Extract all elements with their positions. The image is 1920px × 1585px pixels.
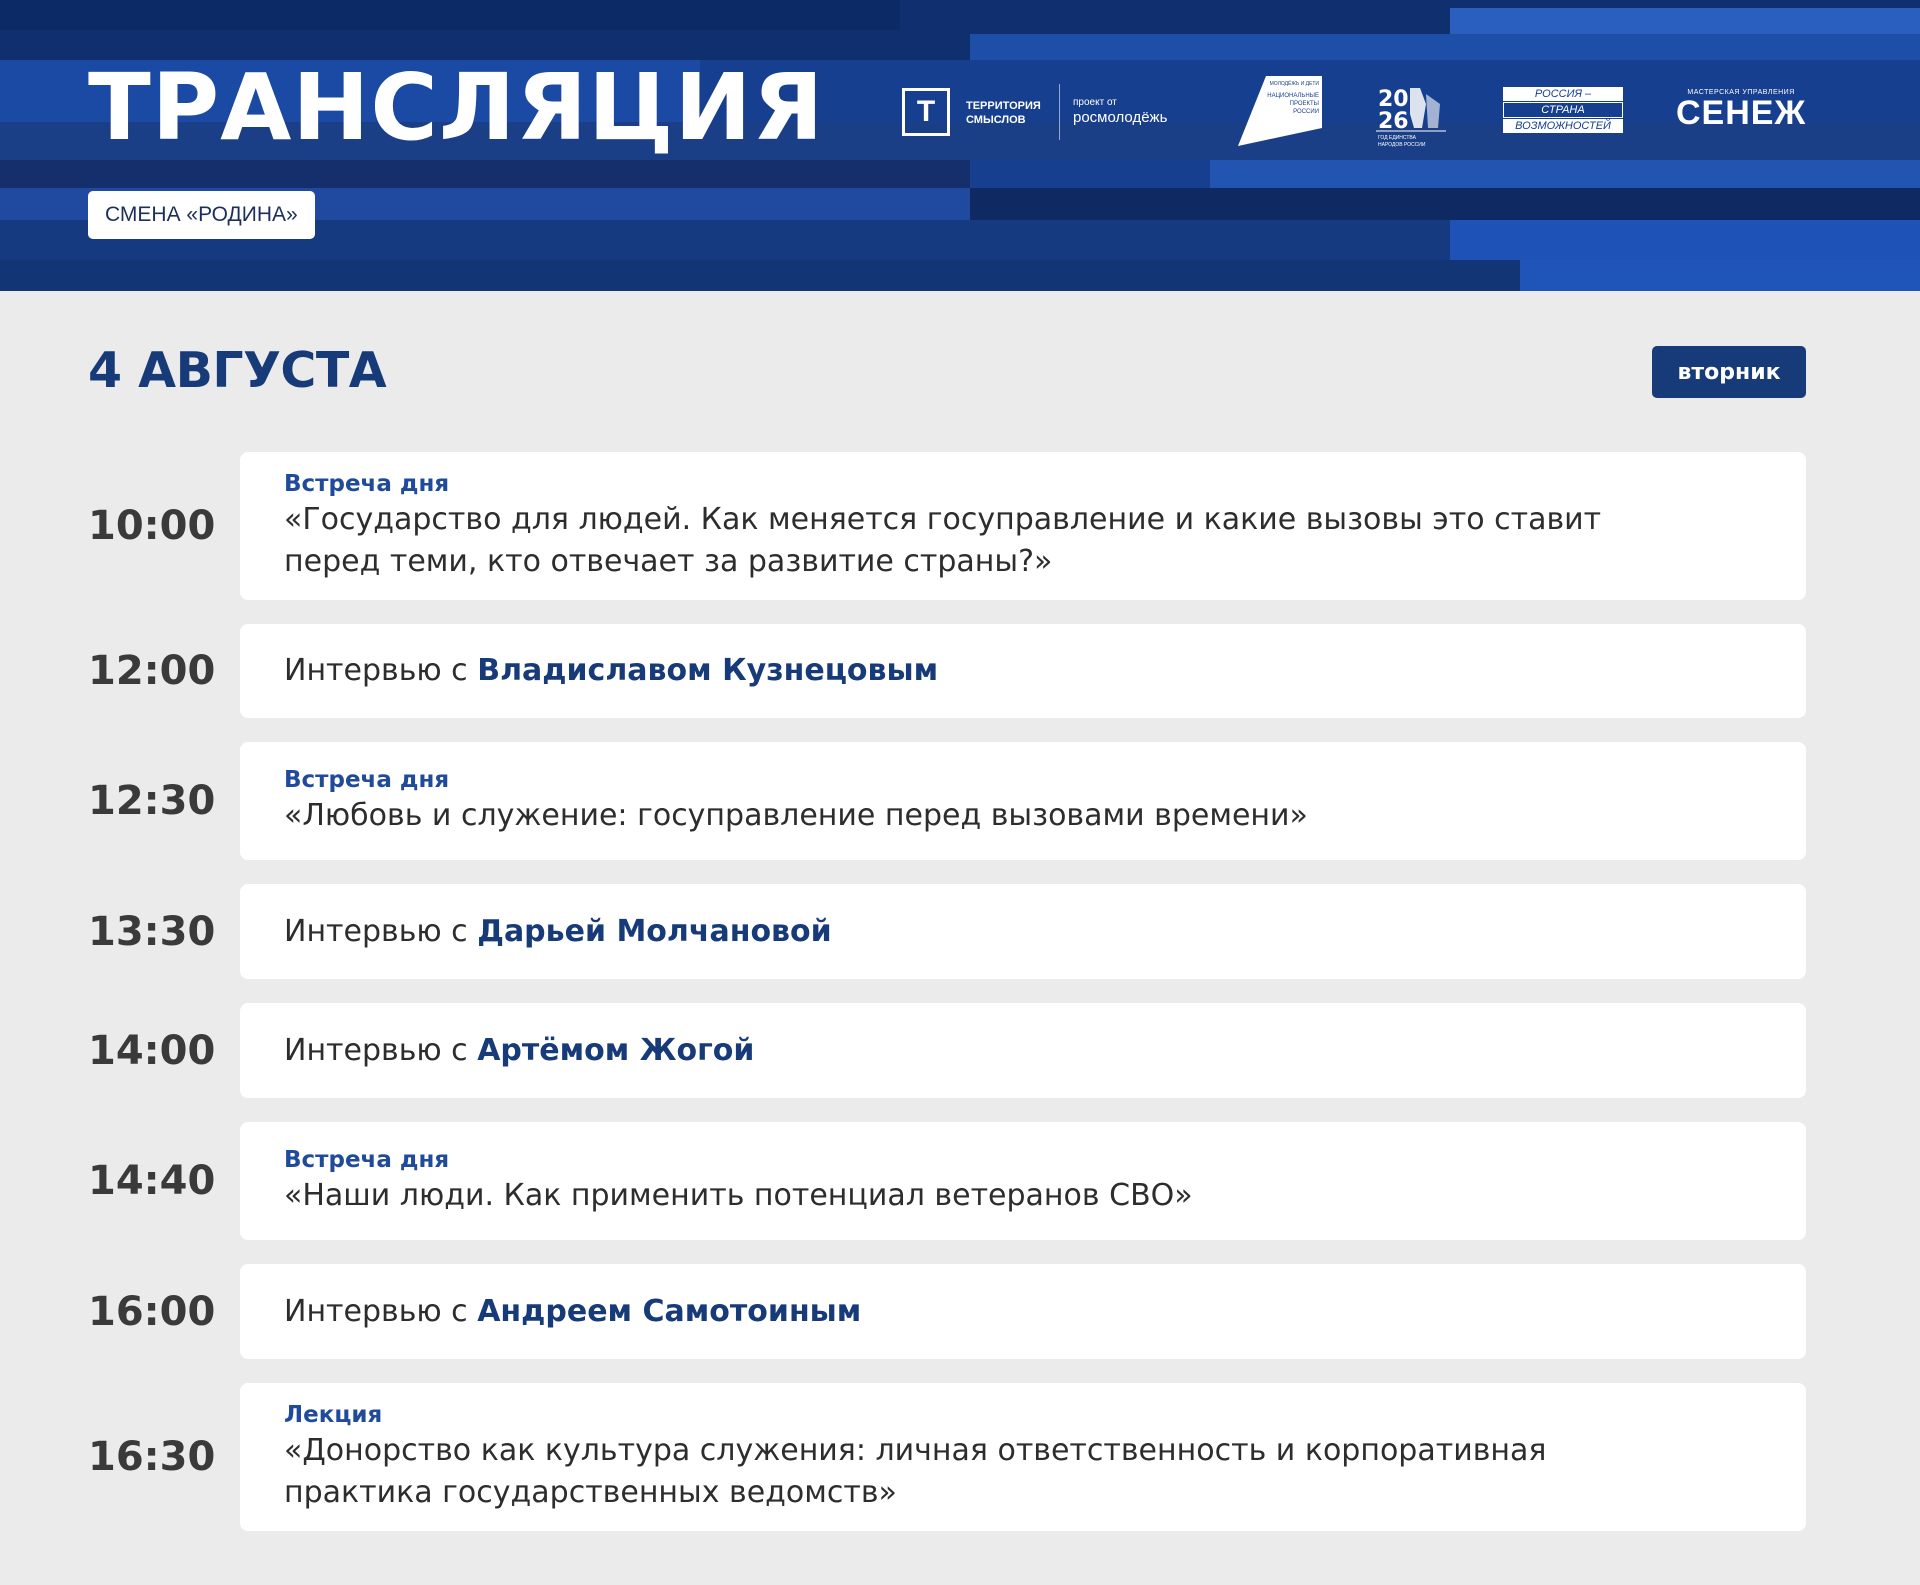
guest-name: Дарьей Молчановой [477, 913, 832, 949]
guest-name: Андреем Самотоиным [477, 1293, 862, 1329]
event-type-label: Встреча дня [284, 1147, 450, 1173]
event-type-label: Лекция [284, 1402, 383, 1428]
schedule-row: 13:30 Интервью с Дарьей Молчановой [0, 884, 1920, 979]
territory-name-line2: СМЫСЛОВ [966, 114, 1026, 126]
schedule-time: 14:40 [88, 1158, 216, 1204]
schedule-time: 10:00 [88, 503, 216, 549]
rsv-line1: РОССИЯ – [1503, 87, 1623, 101]
national-projects-line4: РОССИИ [1293, 109, 1319, 115]
national-projects-line1: МОЛОДЁЖЬ И ДЕТИ [1270, 80, 1320, 87]
schedule-card: Встреча дня «Наши люди. Как применить по… [240, 1122, 1806, 1240]
event-title: «Наши люди. Как применить потенциал вете… [284, 1178, 1193, 1213]
interview-line: Интервью с Владиславом Кузнецовым [284, 650, 1806, 692]
interview-prefix: Интервью с [284, 653, 478, 688]
interview-prefix: Интервью с [284, 913, 478, 949]
territory-logo-text: ТЕРРИТОРИЯ СМЫСЛОВ [966, 99, 1056, 127]
national-projects-line3: ПРОЕКТЫ [1290, 101, 1319, 107]
event-type-label: Встреча дня [284, 767, 450, 793]
schedule-time: 16:30 [88, 1434, 216, 1480]
schedule-time: 13:30 [88, 908, 216, 955]
schedule-card: Интервью с Артёмом Жогой [240, 1003, 1806, 1098]
national-projects-logo-icon: МОЛОДЁЖЬ И ДЕТИ НАЦИОНАЛЬНЫЕ ПРОЕКТЫ РОС… [1238, 76, 1322, 146]
schedule-row: 12:30 Встреча дня «Любовь и служение: го… [0, 742, 1920, 860]
year-unity-caption1: ГОД ЕДИНСТВА [1378, 135, 1417, 141]
schedule-time: 12:00 [88, 648, 216, 694]
interview-line: Интервью с Артёмом Жогой [284, 1030, 1806, 1072]
schedule-row: 16:30 Лекция «Донорство как культура слу… [0, 1383, 1920, 1531]
event-title: «Государство для людей. Как меняется гос… [284, 502, 1602, 579]
interview-line: Интервью с Дарьей Молчановой [284, 911, 1806, 953]
page-title: ТРАНСЛЯЦИЯ [88, 54, 825, 161]
guest-name: Артёмом Жогой [477, 1032, 755, 1068]
rsv-line3: ВОЗМОЖНОСТЕЙ [1503, 119, 1623, 133]
event-title: «Донорство как культура служения: личная… [284, 1433, 1547, 1510]
schedule-card: Встреча дня «Государство для людей. Как … [240, 452, 1806, 600]
rosmolodezh-caption: проект от [1073, 97, 1117, 108]
schedule-card: Лекция «Донорство как культура служения:… [240, 1383, 1806, 1531]
schedule-time: 14:00 [88, 1027, 216, 1074]
rosmolodezh-logo: проект от росмолодёжь [1073, 97, 1167, 127]
territory-name-line1: ТЕРРИТОРИЯ [966, 100, 1041, 112]
schedule-row: 12:00 Интервью с Владиславом Кузнецовым [0, 624, 1920, 718]
shift-badge: СМЕНА «РОДИНА» [88, 191, 315, 239]
year-unity-caption2: НАРОДОВ РОССИИ [1378, 142, 1426, 148]
year-unity-bottom: 26 [1378, 109, 1409, 134]
schedule-row: 16:00 Интервью с Андреем Самотоиным [0, 1264, 1920, 1359]
header-banner: ТРАНСЛЯЦИЯ СМЕНА «РОДИНА» Т ТЕРРИТОРИЯ С… [0, 0, 1920, 291]
schedule-row: 14:00 Интервью с Артёмом Жогой [0, 1003, 1920, 1098]
schedule-row: 10:00 Встреча дня «Государство для людей… [0, 452, 1920, 600]
schedule-time: 16:00 [88, 1288, 216, 1335]
rosmolodezh-name: росмолодёжь [1073, 109, 1168, 126]
event-type-label: Встреча дня [284, 471, 450, 497]
senezh-name: СЕНЕЖ [1676, 94, 1807, 132]
schedule-card: Встреча дня «Любовь и служение: госуправ… [240, 742, 1806, 860]
senezh-logo: МАСТЕРСКАЯ УПРАВЛЕНИЯ СЕНЕЖ [1676, 89, 1806, 130]
schedule-card: Интервью с Владиславом Кузнецовым [240, 624, 1806, 718]
interview-line: Интервью с Андреем Самотоиным [284, 1291, 1806, 1333]
schedule-card: Интервью с Андреем Самотоиным [240, 1264, 1806, 1359]
weekday-badge: вторник [1652, 346, 1806, 398]
guest-name: Владиславом Кузнецовым [477, 653, 939, 688]
interview-prefix: Интервью с [284, 1293, 478, 1329]
russia-opportunities-logo: РОССИЯ – СТРАНА ВОЗМОЖНОСТЕЙ [1503, 86, 1623, 134]
event-title: «Любовь и служение: госуправление перед … [284, 798, 1308, 833]
schedule-time: 12:30 [88, 778, 216, 824]
territory-logo-icon: Т [902, 88, 950, 136]
year-of-unity-logo-icon: 20 26 ГОД ЕДИНСТВА НАРОДОВ РОССИИ [1376, 87, 1446, 148]
date-heading: 4 АВГУСТА [88, 342, 387, 399]
logo-divider [1059, 84, 1060, 140]
schedule-card: Интервью с Дарьей Молчановой [240, 884, 1806, 979]
interview-prefix: Интервью с [284, 1032, 478, 1068]
rsv-line2: СТРАНА [1503, 102, 1623, 118]
schedule-row: 14:40 Встреча дня «Наши люди. Как примен… [0, 1122, 1920, 1240]
national-projects-line2: НАЦИОНАЛЬНЫЕ [1267, 93, 1319, 99]
